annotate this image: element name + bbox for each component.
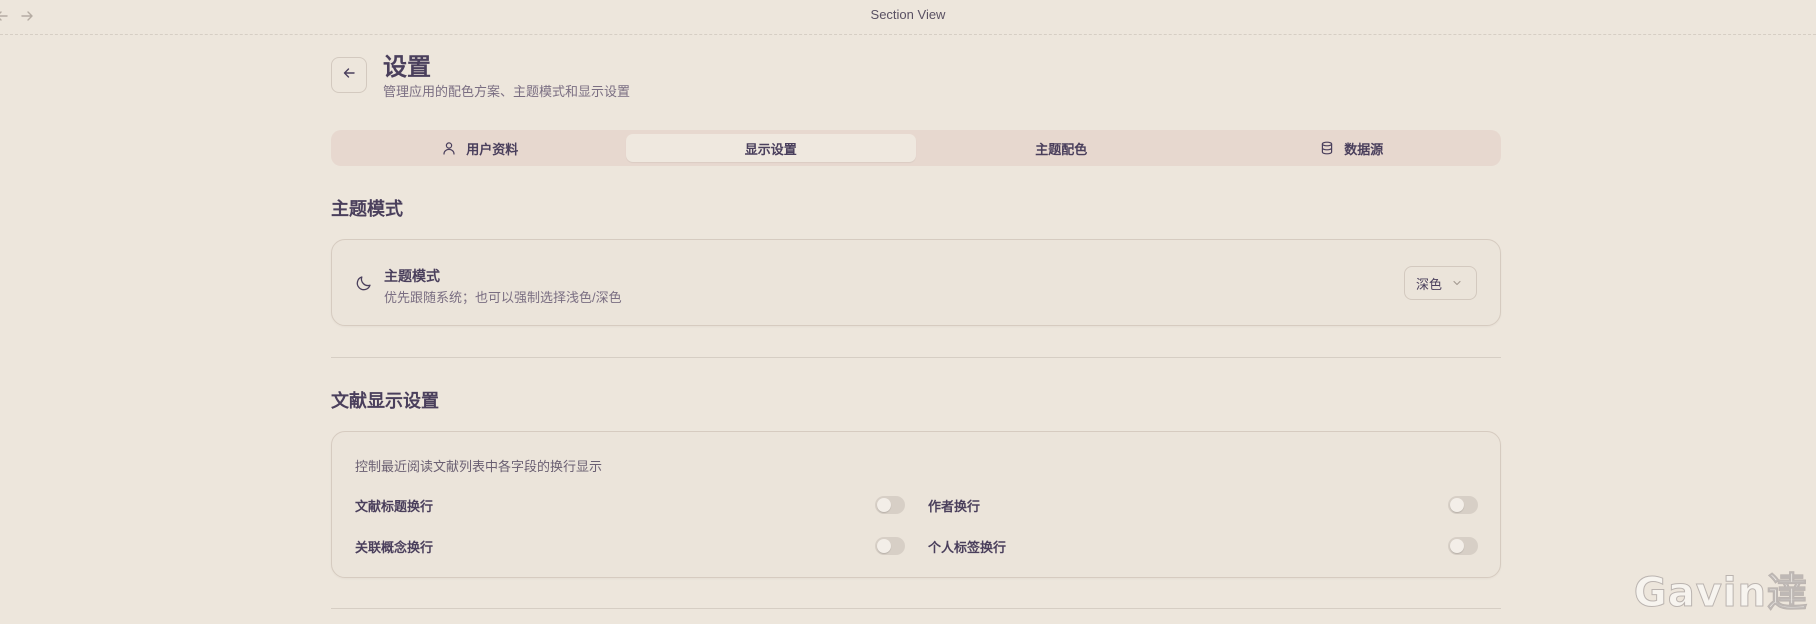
back-button[interactable] [331,57,367,93]
doc-section-heading: 文献显示设置 [331,391,439,411]
settings-tabs: 用户资料 显示设置 主题配色 数据源 [331,130,1501,166]
tab-data-source[interactable]: 数据源 [1207,134,1498,162]
toggle-label: 个人标签换行 [928,539,1007,555]
watermark: Gavin達 [1633,570,1808,617]
theme-mode-description: 优先跟随系统；也可以强制选择浅色/深色 [384,290,622,305]
toggle-label: 关联概念换行 [355,539,434,555]
tab-theme-colors[interactable]: 主题配色 [916,134,1207,162]
theme-mode-card: 主题模式 优先跟随系统；也可以强制选择浅色/深色 深色 [331,239,1501,326]
section-divider [331,357,1501,358]
tag-wrap-toggle[interactable] [1448,537,1478,555]
tab-label: 主题配色 [1035,141,1088,157]
tab-user-profile[interactable]: 用户资料 [335,134,626,162]
database-icon [1320,141,1334,155]
toggle-knob [1450,498,1464,512]
user-icon [442,141,456,155]
toggle-knob [877,539,891,553]
chevron-down-icon [1452,276,1462,291]
toggle-row-author-wrap: 作者换行 [928,495,1478,515]
toggle-label: 文献标题换行 [355,498,434,514]
moon-icon [355,274,373,292]
tab-label: 显示设置 [744,141,797,157]
author-wrap-toggle[interactable] [1448,496,1478,514]
toggle-knob [1450,539,1464,553]
arrow-left-icon [342,66,356,85]
section-divider [331,608,1501,609]
page-title: 设置 [383,54,431,81]
tab-label: 数据源 [1344,141,1384,157]
doc-display-card: 控制最近阅读文献列表中各字段的换行显示 文献标题换行 作者换行 关联概念换行 个… [331,431,1501,578]
doc-display-description: 控制最近阅读文献列表中各字段的换行显示 [355,459,603,474]
theme-mode-label: 主题模式 [384,268,440,284]
toggle-row-concept-wrap: 关联概念换行 [355,536,905,556]
page-subtitle: 管理应用的配色方案、主题模式和显示设置 [383,84,631,99]
toggle-label: 作者换行 [928,498,981,514]
theme-mode-value: 深色 [1416,276,1443,292]
title-wrap-toggle[interactable] [875,496,905,514]
tab-display-settings[interactable]: 显示设置 [625,134,916,162]
window-title: Section View [870,7,946,22]
title-bar: Section View [0,0,1816,35]
toggle-row-tag-wrap: 个人标签换行 [928,536,1478,556]
toggle-knob [877,498,891,512]
toggle-row-title-wrap: 文献标题换行 [355,495,905,515]
theme-mode-select[interactable]: 深色 [1404,266,1477,300]
concept-wrap-toggle[interactable] [875,537,905,555]
tab-label: 用户资料 [466,141,519,157]
theme-section-heading: 主题模式 [331,199,403,219]
